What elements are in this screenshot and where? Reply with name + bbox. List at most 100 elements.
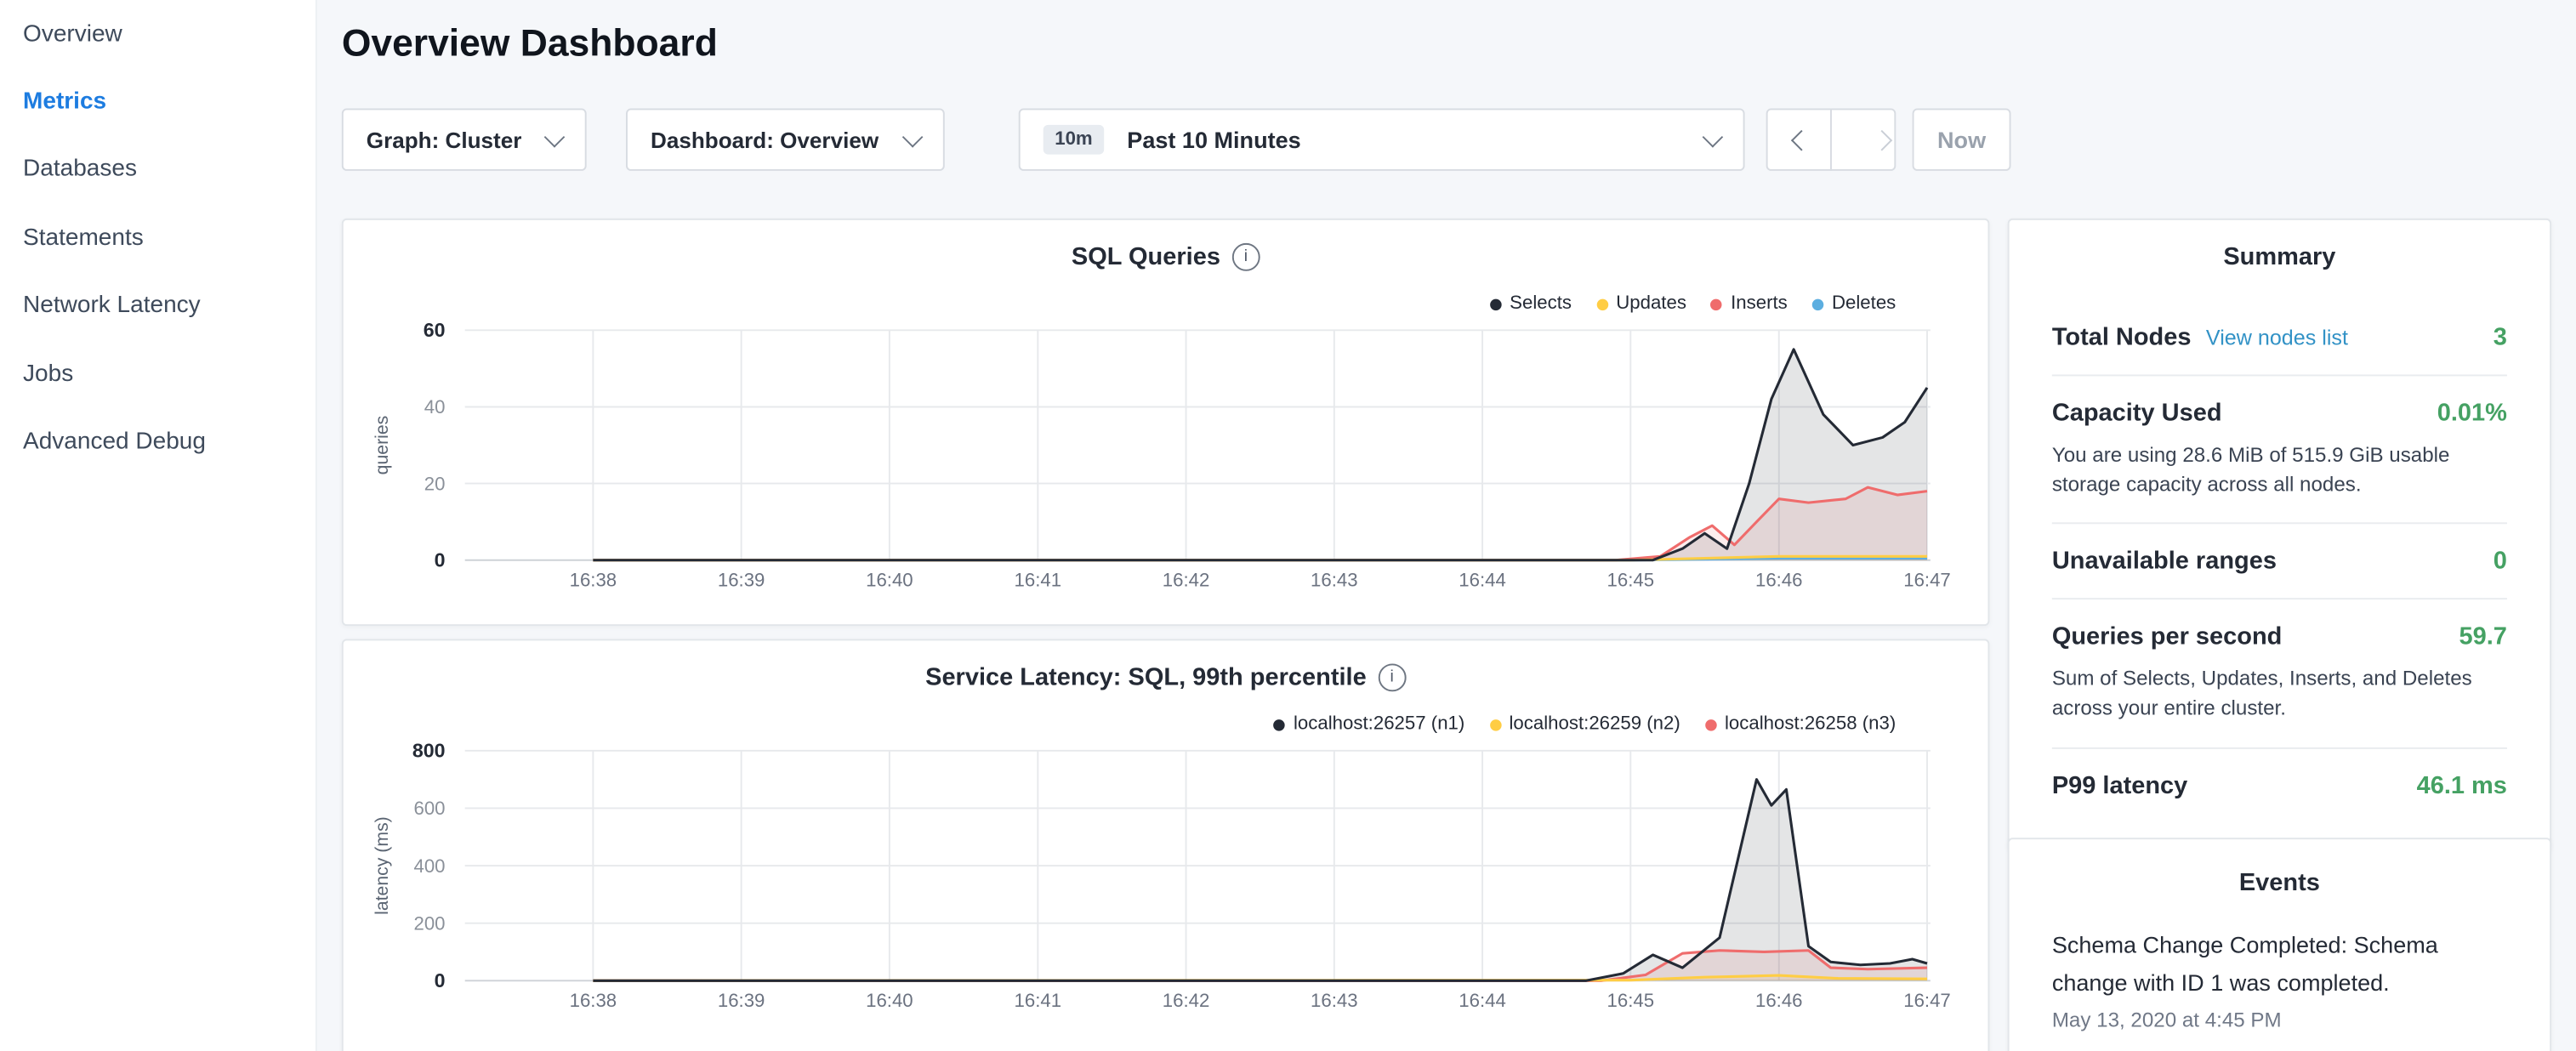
chart-canvas: 16:3816:3916:4016:4116:4216:4316:4416:45…: [344, 220, 1992, 628]
summary-row-p99-latency: P99 latency 46.1 ms: [2052, 748, 2507, 822]
time-pager: [1766, 108, 1896, 170]
unavailable-ranges-label: Unavailable ranges: [2052, 548, 2277, 576]
svg-text:16:41: 16:41: [1015, 570, 1062, 591]
svg-text:latency (ms): latency (ms): [372, 816, 392, 915]
svg-text:16:44: 16:44: [1459, 570, 1506, 591]
toolbar: Graph: Cluster Dashboard: Overview 10m P…: [342, 108, 2011, 170]
svg-text:16:39: 16:39: [718, 570, 765, 591]
summary-row-unavailable-ranges: Unavailable ranges 0: [2052, 525, 2507, 600]
queries-per-second-value: 59.7: [2459, 623, 2507, 651]
svg-text:queries: queries: [372, 416, 392, 475]
svg-text:200: 200: [413, 912, 445, 934]
view-nodes-link[interactable]: View nodes list: [2206, 325, 2348, 349]
event-text: Schema Change Completed: Schema change w…: [2052, 927, 2507, 1002]
svg-text:16:38: 16:38: [570, 990, 617, 1011]
svg-text:16:47: 16:47: [1903, 570, 1951, 591]
graph-dropdown-label: Graph: Cluster: [367, 128, 522, 152]
legend-swatch-icon: [1812, 298, 1824, 310]
dashboard-dropdown-label: Dashboard: Overview: [651, 128, 879, 152]
sidebar-item-jobs[interactable]: Jobs: [0, 340, 316, 408]
chevron-down-icon: [902, 126, 924, 147]
legend-item[interactable]: Inserts: [1711, 294, 1788, 314]
chart-title: SQL Queries i: [344, 243, 1988, 271]
summary-row-queries-per-second: Queries per second 59.7 Sum of Selects, …: [2052, 600, 2507, 748]
service-latency-chart-panel: 16:3816:3916:4016:4116:4216:4316:4416:45…: [342, 639, 1990, 1051]
main-content: Overview Dashboard Graph: Cluster Dashbo…: [342, 0, 1990, 1051]
svg-text:16:43: 16:43: [1311, 570, 1358, 591]
summary-panel: Summary Total NodesView nodes list 3 Cap…: [2008, 219, 2551, 850]
legend-item[interactable]: Deletes: [1812, 294, 1896, 314]
legend-swatch-icon: [1489, 719, 1501, 730]
svg-text:16:46: 16:46: [1755, 570, 1803, 591]
chart-legend: Selects Updates Inserts Deletes: [1490, 294, 1896, 314]
app-root: Overview Metrics Databases Statements Ne…: [0, 0, 2576, 1051]
svg-text:0: 0: [435, 969, 446, 991]
sidebar-item-overview[interactable]: Overview: [0, 0, 316, 68]
svg-text:16:42: 16:42: [1163, 570, 1210, 591]
prev-button[interactable]: [1766, 108, 1832, 170]
svg-text:20: 20: [424, 473, 446, 494]
svg-text:16:42: 16:42: [1163, 990, 1210, 1011]
next-button[interactable]: [1830, 108, 1896, 170]
total-nodes-value: 3: [2494, 324, 2507, 352]
summary-row-capacity-used: Capacity Used 0.01% You are using 28.6 M…: [2052, 376, 2507, 524]
unavailable-ranges-value: 0: [2494, 548, 2507, 576]
legend-label: localhost:26259 (n2): [1509, 714, 1680, 734]
legend-item[interactable]: Selects: [1490, 294, 1572, 314]
now-button[interactable]: Now: [1913, 108, 2011, 170]
event-item[interactable]: Schema Change Completed: Schema change w…: [2052, 927, 2507, 1032]
chart-canvas: 16:3816:3916:4016:4116:4216:4316:4416:45…: [344, 640, 1992, 1048]
chevron-left-icon: [1791, 129, 1812, 151]
svg-text:400: 400: [413, 855, 445, 877]
legend-label: localhost:26258 (n3): [1725, 714, 1896, 734]
legend-swatch-icon: [1274, 719, 1286, 730]
queries-per-second-description: Sum of Selects, Updates, Inserts, and De…: [2052, 664, 2507, 724]
svg-text:16:46: 16:46: [1755, 990, 1803, 1011]
time-range-selector[interactable]: 10m Past 10 Minutes: [1019, 108, 1745, 170]
sidebar-item-databases[interactable]: Databases: [0, 136, 316, 204]
events-panel: Events Schema Change Completed: Schema c…: [2008, 838, 2551, 1051]
svg-text:16:45: 16:45: [1607, 990, 1655, 1011]
svg-text:16:44: 16:44: [1459, 990, 1506, 1011]
summary-title: Summary: [2052, 243, 2507, 271]
svg-text:16:43: 16:43: [1311, 990, 1358, 1011]
event-timestamp: May 13, 2020 at 4:45 PM: [2052, 1009, 2507, 1032]
events-title: Events: [2052, 869, 2507, 897]
chart-title-text: Service Latency: SQL, 99th percentile: [925, 663, 1367, 691]
legend-swatch-icon: [1711, 298, 1723, 310]
legend-label: localhost:26257 (n1): [1294, 714, 1464, 734]
info-icon[interactable]: i: [1378, 663, 1406, 691]
p99-latency-value: 46.1 ms: [2417, 771, 2507, 799]
chevron-right-icon: [1872, 129, 1893, 151]
svg-text:800: 800: [412, 740, 446, 762]
time-range-badge: 10m: [1043, 125, 1105, 155]
legend-label: Updates: [1616, 294, 1686, 314]
capacity-used-description: You are using 28.6 MiB of 515.9 GiB usab…: [2052, 440, 2507, 500]
graph-dropdown[interactable]: Graph: Cluster: [342, 108, 587, 170]
svg-text:16:41: 16:41: [1015, 990, 1062, 1011]
p99-latency-label: P99 latency: [2052, 771, 2187, 799]
legend-label: Selects: [1510, 294, 1572, 314]
svg-text:16:39: 16:39: [718, 990, 765, 1011]
dashboard-dropdown[interactable]: Dashboard: Overview: [626, 108, 945, 170]
svg-text:16:40: 16:40: [866, 570, 913, 591]
legend-item[interactable]: localhost:26257 (n1): [1274, 714, 1465, 734]
capacity-used-label: Capacity Used: [2052, 399, 2222, 427]
sidebar-item-advanced-debug[interactable]: Advanced Debug: [0, 408, 316, 476]
legend-label: Inserts: [1731, 294, 1788, 314]
legend-item[interactable]: localhost:26259 (n2): [1489, 714, 1680, 734]
chevron-down-icon: [1703, 126, 1724, 147]
capacity-used-value: 0.01%: [2437, 399, 2507, 427]
svg-text:600: 600: [413, 798, 445, 819]
info-icon[interactable]: i: [1231, 243, 1260, 271]
legend-swatch-icon: [1490, 298, 1502, 310]
svg-text:40: 40: [424, 396, 446, 418]
sidebar-item-metrics[interactable]: Metrics: [0, 68, 316, 136]
chevron-down-icon: [544, 126, 566, 147]
legend-item[interactable]: Updates: [1596, 294, 1686, 314]
sidebar-item-network-latency[interactable]: Network Latency: [0, 272, 316, 340]
legend-swatch-icon: [1705, 719, 1717, 730]
legend-swatch-icon: [1596, 298, 1608, 310]
legend-item[interactable]: localhost:26258 (n3): [1705, 714, 1896, 734]
sidebar-item-statements[interactable]: Statements: [0, 204, 316, 272]
